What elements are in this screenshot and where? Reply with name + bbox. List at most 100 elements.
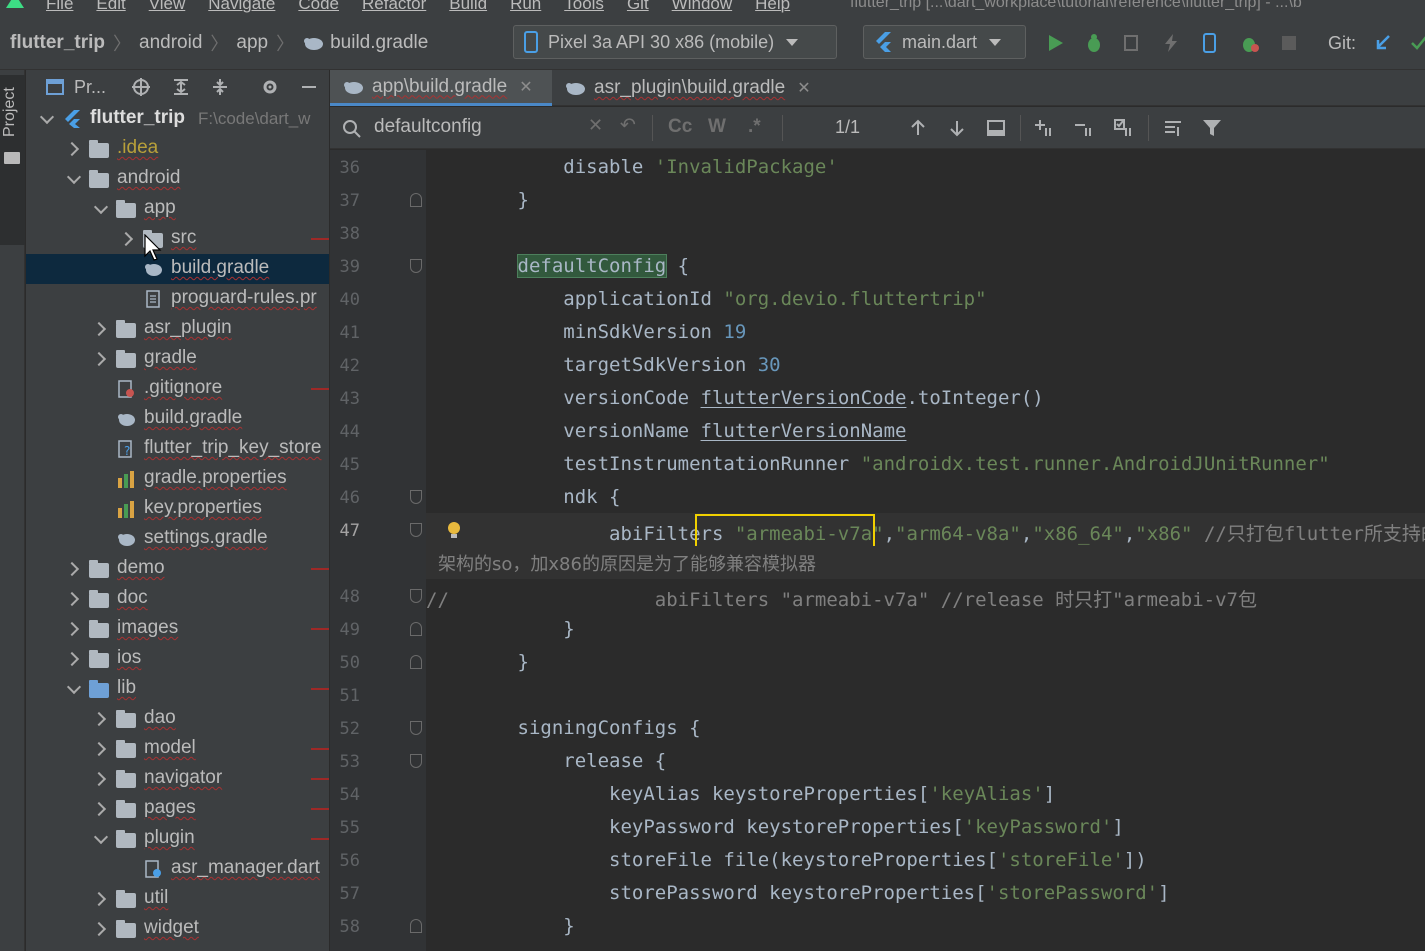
- run-icon[interactable]: [1045, 33, 1065, 53]
- tree-item[interactable]: gradle: [26, 344, 329, 374]
- chevron-down-icon[interactable]: [93, 829, 109, 845]
- chevron-down-icon[interactable]: [66, 679, 82, 695]
- fold-marker-icon[interactable]: [410, 589, 422, 603]
- search-input[interactable]: [374, 115, 594, 139]
- tab-asr-plugin-build-gradle[interactable]: asr_plugin\build.gradle ✕: [552, 70, 824, 106]
- remove-occurrence-icon[interactable]: [1074, 118, 1094, 138]
- chevron-right-icon[interactable]: [91, 891, 107, 907]
- expand-all-icon[interactable]: [172, 78, 190, 96]
- select-all-icon[interactable]: [1114, 118, 1134, 138]
- add-occurrence-icon[interactable]: [1034, 118, 1054, 138]
- fold-marker-icon[interactable]: [410, 259, 422, 273]
- filter-lines-icon[interactable]: [1163, 118, 1183, 138]
- device-selector[interactable]: Pixel 3a API 30 x86 (mobile): [513, 25, 837, 59]
- tree-item[interactable]: asr_plugin: [26, 314, 329, 344]
- tree-item[interactable]: .gitignore: [26, 374, 329, 404]
- arrow-up-icon[interactable]: [908, 118, 928, 138]
- fold-marker-icon[interactable]: [410, 919, 422, 933]
- chevron-right-icon[interactable]: [64, 621, 80, 637]
- chevron-right-icon[interactable]: [64, 141, 80, 157]
- tree-item[interactable]: ios: [26, 644, 329, 674]
- chevron-down-icon[interactable]: [66, 169, 82, 185]
- menu-item-run[interactable]: Run: [510, 0, 541, 14]
- tree-item[interactable]: dao: [26, 704, 329, 734]
- tree-item[interactable]: demo: [26, 554, 329, 584]
- collapse-all-icon[interactable]: [211, 78, 229, 96]
- chevron-right-icon[interactable]: [91, 711, 107, 727]
- filter-icon[interactable]: [1202, 118, 1222, 138]
- tree-item[interactable]: widget: [26, 914, 329, 944]
- profile-icon[interactable]: [1240, 33, 1260, 53]
- breadcrumb-app[interactable]: app: [236, 32, 268, 54]
- project-view-selector[interactable]: Pr...: [74, 77, 106, 98]
- chevron-down-icon[interactable]: [39, 109, 55, 125]
- tree-item[interactable]: android: [26, 164, 329, 194]
- menu-item-tools[interactable]: Tools: [564, 0, 604, 14]
- tree-item[interactable]: ? flutter_trip_key_store: [26, 434, 329, 464]
- tree-item[interactable]: asr_manager.dart: [26, 854, 329, 884]
- fold-marker-icon[interactable]: [410, 193, 422, 207]
- arrow-down-icon[interactable]: [947, 118, 967, 138]
- history-icon[interactable]: ↶: [620, 114, 636, 137]
- menu-item-file[interactable]: File: [46, 0, 73, 14]
- project-tool-tab[interactable]: Project: [0, 75, 25, 245]
- gear-icon[interactable]: [261, 78, 279, 96]
- chevron-right-icon[interactable]: [118, 231, 134, 247]
- menu-item-window[interactable]: Window: [672, 0, 732, 14]
- git-update-icon[interactable]: [1373, 33, 1393, 53]
- menu-item-code[interactable]: Code: [298, 0, 339, 14]
- fold-marker-icon[interactable]: [410, 622, 422, 636]
- tree-item[interactable]: doc: [26, 584, 329, 614]
- tree-item[interactable]: src: [26, 224, 329, 254]
- chevron-right-icon[interactable]: [91, 321, 107, 337]
- run-config-selector[interactable]: main.dart: [863, 25, 1026, 59]
- attach-debugger-icon[interactable]: [1122, 33, 1142, 53]
- breadcrumb-project[interactable]: flutter_trip: [10, 32, 105, 54]
- tree-item[interactable]: proguard-rules.pr: [26, 284, 329, 314]
- tree-item[interactable]: flutter_trip F:\code\dart_w: [26, 104, 329, 134]
- stop-icon[interactable]: [1279, 33, 1299, 53]
- tree-item[interactable]: key.properties: [26, 494, 329, 524]
- tree-item[interactable]: build.gradle: [26, 404, 329, 434]
- chevron-right-icon[interactable]: [64, 591, 80, 607]
- tree-item[interactable]: app: [26, 194, 329, 224]
- tree-item[interactable]: plugin: [26, 824, 329, 854]
- menu-item-view[interactable]: View: [149, 0, 186, 14]
- tree-item[interactable]: build.gradle: [26, 254, 329, 284]
- tree-item[interactable]: navigator: [26, 764, 329, 794]
- menu-item-build[interactable]: Build: [449, 0, 487, 14]
- lightbulb-icon[interactable]: [447, 521, 461, 539]
- tree-item[interactable]: model: [26, 734, 329, 764]
- menu-item-navigate[interactable]: Navigate: [208, 0, 275, 14]
- breadcrumb-file[interactable]: build.gradle: [330, 32, 428, 54]
- chevron-right-icon[interactable]: [91, 741, 107, 757]
- match-case-toggle[interactable]: Cc: [668, 116, 692, 138]
- fold-marker-icon[interactable]: [410, 721, 422, 735]
- tree-item[interactable]: settings.gradle: [26, 524, 329, 554]
- debug-icon[interactable]: [1084, 33, 1104, 53]
- apply-changes-icon[interactable]: [1200, 33, 1220, 53]
- tree-item[interactable]: .idea: [26, 134, 329, 164]
- fold-marker-icon[interactable]: [410, 655, 422, 669]
- chevron-right-icon[interactable]: [91, 771, 107, 787]
- close-icon[interactable]: ✕: [519, 77, 532, 97]
- breadcrumb-android[interactable]: android: [139, 32, 202, 54]
- chevron-right-icon[interactable]: [91, 801, 107, 817]
- whole-words-toggle[interactable]: W: [708, 116, 726, 138]
- tree-item[interactable]: util: [26, 884, 329, 914]
- menu-item-refactor[interactable]: Refactor: [362, 0, 426, 14]
- clear-icon[interactable]: ✕: [588, 115, 603, 136]
- hot-reload-icon[interactable]: [1161, 33, 1181, 53]
- tree-item[interactable]: lib: [26, 674, 329, 704]
- tab-app-build-gradle[interactable]: app\build.gradle ✕: [330, 70, 552, 106]
- menu-item-help[interactable]: Help: [755, 0, 790, 14]
- menu-item-git[interactable]: Git: [627, 0, 649, 14]
- chevron-right-icon[interactable]: [64, 561, 80, 577]
- fold-marker-icon[interactable]: [410, 523, 422, 537]
- chevron-right-icon[interactable]: [91, 351, 107, 367]
- chevron-right-icon[interactable]: [64, 651, 80, 667]
- chevron-right-icon[interactable]: [91, 921, 107, 937]
- menu-item-edit[interactable]: Edit: [96, 0, 125, 14]
- fold-marker-icon[interactable]: [410, 490, 422, 504]
- tree-item[interactable]: gradle.properties: [26, 464, 329, 494]
